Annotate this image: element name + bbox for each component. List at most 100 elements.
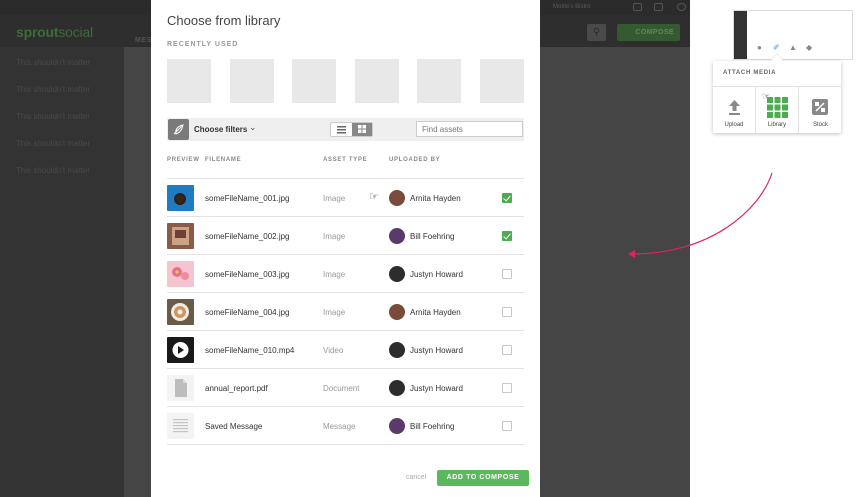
person-icon[interactable]: ▲ [789, 43, 797, 52]
asset-type: Document [323, 384, 360, 393]
uploader-name: Justyn Howard [410, 270, 463, 279]
gear-icon [677, 3, 686, 11]
recent-asset-thumb[interactable] [355, 59, 399, 103]
select-checkbox[interactable] [502, 269, 512, 279]
avatar [389, 190, 405, 206]
table-row[interactable]: Saved Message Message Bill Foehring [167, 407, 524, 445]
asset-type: Image [323, 232, 346, 241]
asset-toolbar: Choose filters ⌄ [167, 118, 524, 141]
column-header-asset-type[interactable]: ASSET TYPE [323, 157, 367, 163]
grid-icon [767, 97, 788, 118]
globe-icon[interactable]: ● [757, 43, 762, 52]
recent-asset-thumb[interactable] [292, 59, 336, 103]
file-name: annual_report.pdf [205, 384, 268, 393]
chat-icon [633, 3, 642, 11]
avatar [389, 380, 405, 396]
modal-title: Choose from library [167, 13, 281, 28]
choose-filters-button[interactable]: Choose filters [194, 125, 247, 134]
attach-media-popover: ATTACH MEDIA Upload Library Stock [713, 61, 841, 133]
list-view-button[interactable] [331, 123, 352, 136]
uploader-name: Bill Foehring [410, 422, 455, 431]
upload-label: Upload [724, 122, 744, 128]
uploader-name: Arnita Hayden [410, 308, 461, 317]
view-toggle [330, 122, 373, 137]
select-checkbox[interactable] [502, 421, 512, 431]
coffee-image-thumbnail [167, 185, 194, 211]
select-checkbox[interactable] [502, 307, 512, 317]
find-assets-input[interactable] [416, 121, 523, 137]
uploader-name: Justyn Howard [410, 346, 463, 355]
paperclip-icon[interactable]: ✐ [773, 43, 780, 52]
users-icon [654, 3, 663, 11]
asset-type: Image [323, 194, 346, 203]
sidebar: This shouldn't matter This shouldn't mat… [0, 47, 124, 497]
account-name: Mottie's Bistro [553, 4, 591, 10]
sidebar-item[interactable]: This shouldn't matter [16, 112, 90, 121]
pointer-cursor-icon: ☞ [369, 191, 379, 203]
cancel-button[interactable]: cancel [406, 474, 426, 481]
sidebar-item[interactable]: This shouldn't matter [16, 166, 90, 175]
video-thumbnail [167, 337, 194, 363]
table-row[interactable]: someFileName_002.jpg Image Bill Foehring [167, 217, 524, 255]
file-name: Saved Message [205, 422, 263, 431]
recent-asset-thumb[interactable] [480, 59, 524, 103]
recent-asset-thumb[interactable] [230, 59, 274, 103]
sidebar-item[interactable]: This shouldn't matter [16, 85, 90, 94]
asset-type: Message [323, 422, 356, 431]
avatar [389, 418, 405, 434]
sproutsocial-logo: sproutsocial [16, 24, 93, 40]
uploader-name: Bill Foehring [410, 232, 455, 241]
file-name: someFileName_002.jpg [205, 232, 290, 241]
chevron-down-icon[interactable]: ⌄ [249, 122, 257, 133]
avatar [389, 342, 405, 358]
column-header-uploaded-by[interactable]: UPLOADED BY [389, 157, 440, 163]
recent-asset-thumb[interactable] [167, 59, 211, 103]
message-icon [167, 413, 194, 439]
upload-option[interactable]: Upload [713, 87, 756, 133]
select-checkbox[interactable] [502, 345, 512, 355]
column-header-preview: PREVIEW [167, 157, 200, 163]
table-row[interactable]: annual_report.pdf Document Justyn Howard [167, 369, 524, 407]
stock-option[interactable]: Stock [799, 87, 842, 133]
select-checkbox[interactable] [502, 383, 512, 393]
search-icon[interactable]: ⚲ [587, 24, 606, 41]
stock-image-icon [812, 99, 828, 115]
asset-type: Video [323, 346, 344, 355]
table-row[interactable]: someFileName_001.jpg Image Arnita Hayden [167, 179, 524, 217]
table-row[interactable]: someFileName_010.mp4 Video Justyn Howard [167, 331, 524, 369]
avatar [389, 228, 405, 244]
column-header-filename[interactable]: FILENAME [205, 157, 241, 163]
compose-button[interactable]: COMPOSE [617, 24, 680, 41]
asset-type: Image [323, 308, 346, 317]
library-modal: Choose from library RECENTLY USED Choose… [151, 0, 540, 497]
pointer-cursor-icon: ☞ [762, 91, 771, 101]
file-name: someFileName_003.jpg [205, 270, 290, 279]
stock-label: Stock [812, 122, 828, 128]
uploader-name: Justyn Howard [410, 384, 463, 393]
image-thumbnail [167, 223, 194, 249]
select-checkbox[interactable] [502, 231, 512, 241]
recently-used-label: RECENTLY USED [167, 41, 239, 48]
select-checkbox[interactable] [502, 193, 512, 203]
recent-asset-thumb[interactable] [417, 59, 461, 103]
file-name: someFileName_004.jpg [205, 308, 290, 317]
document-icon [167, 375, 194, 401]
library-label: Library [767, 122, 787, 128]
pink-arrow-icon [628, 172, 773, 258]
file-name: someFileName_010.mp4 [205, 346, 295, 355]
nav-messages-tab[interactable]: MES [135, 37, 152, 44]
upload-arrow-icon [729, 100, 740, 115]
flowers-image-thumbnail [167, 261, 194, 287]
uploader-name: Arnita Hayden [410, 194, 461, 203]
sidebar-item[interactable]: This shouldn't matter [16, 139, 90, 148]
table-row[interactable]: someFileName_003.jpg Image Justyn Howard [167, 255, 524, 293]
filter-leaf-icon[interactable] [168, 119, 189, 140]
attach-media-title: ATTACH MEDIA [723, 70, 777, 76]
table-row[interactable]: someFileName_004.jpg Image Arnita Hayden [167, 293, 524, 331]
tag-icon[interactable]: ◆ [806, 43, 812, 52]
grid-view-button[interactable] [352, 123, 372, 136]
file-name: someFileName_001.jpg [205, 194, 290, 203]
sidebar-item[interactable]: This shouldn't matter [16, 58, 90, 67]
add-to-compose-button[interactable]: ADD TO COMPOSE [437, 470, 529, 486]
avatar [389, 304, 405, 320]
